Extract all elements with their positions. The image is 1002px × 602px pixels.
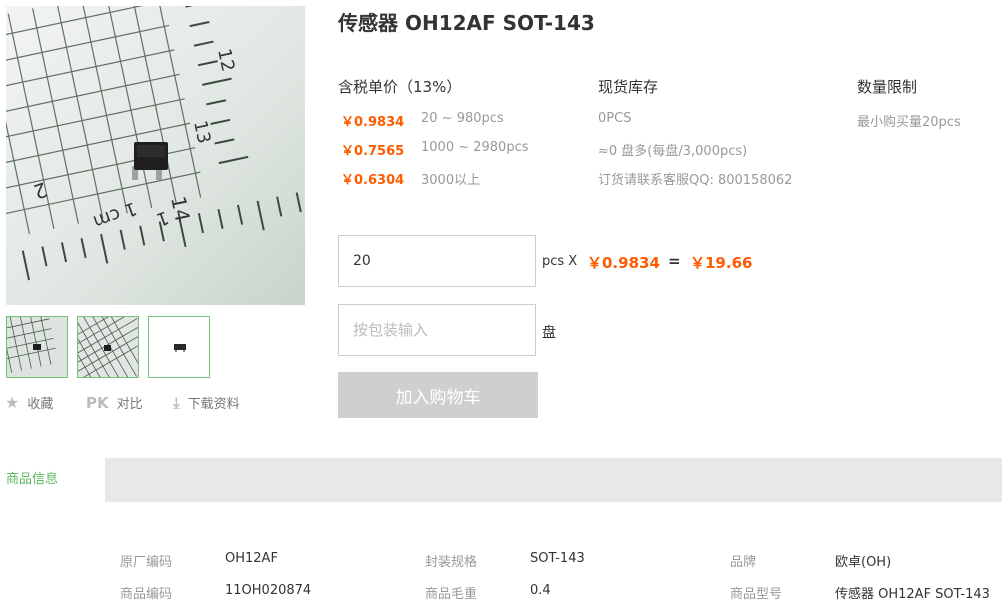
- download-link[interactable]: ⤓ 下载资料: [173, 393, 240, 413]
- spec-label: 品牌: [730, 555, 757, 570]
- compare-link[interactable]: PK 对比: [86, 393, 143, 413]
- price-header: 含税单价（13%）: [338, 78, 462, 96]
- spec-label: 商品编码: [120, 587, 173, 602]
- spec-label: 商品型号: [730, 587, 783, 602]
- thumbnail-1[interactable]: [6, 316, 68, 378]
- pk-icon: PK: [86, 393, 109, 412]
- tier-price: ￥0.6304: [341, 173, 405, 188]
- unit-label: pcs X: [542, 254, 578, 269]
- stock-reels: ≈0 盘多(每盘/3,000pcs): [598, 144, 748, 159]
- add-to-cart-button[interactable]: 加入购物车: [338, 372, 538, 418]
- spec-value: 欧卓(OH): [835, 555, 892, 570]
- stock-quantity: 0PCS: [598, 111, 632, 126]
- package-input[interactable]: [338, 304, 536, 356]
- limit-header: 数量限制: [857, 78, 918, 96]
- spec-value: OH12AF: [225, 551, 278, 566]
- download-label: 下载资料: [187, 397, 240, 412]
- total-price: ￥19.66: [690, 254, 753, 272]
- spec-value: 传感器 OH12AF SOT-143: [835, 587, 990, 602]
- compare-label: 对比: [116, 397, 143, 412]
- min-purchase: 最小购买量20pcs: [857, 115, 961, 130]
- package-unit: 盘: [542, 325, 556, 341]
- equals-sign: =: [668, 252, 681, 270]
- spec-label: 原厂编码: [120, 555, 173, 570]
- spec-label: 封装规格: [425, 555, 478, 570]
- thumbnail-3[interactable]: [148, 316, 210, 378]
- tier-range: 1000 ~ 2980pcs: [421, 140, 529, 155]
- favorite-label: 收藏: [27, 397, 54, 412]
- tier-range: 3000以上: [421, 173, 481, 188]
- spec-value: 11OH020874: [225, 583, 312, 598]
- tab-product-info[interactable]: 商品信息: [0, 458, 105, 503]
- favorite-link[interactable]: ★ 收藏: [5, 393, 53, 412]
- spec-value: 0.4: [530, 583, 551, 598]
- tier-range: 20 ~ 980pcs: [421, 111, 504, 126]
- product-title: 传感器 OH12AF SOT-143: [338, 11, 595, 35]
- stock-contact: 订货请联系客服QQ: 800158062: [598, 173, 793, 188]
- tier-price: ￥0.9834: [341, 115, 405, 130]
- tier-price: ￥0.7565: [341, 144, 405, 159]
- tab-bar: [0, 458, 1002, 502]
- quantity-input[interactable]: [338, 235, 536, 287]
- thumbnail-2[interactable]: [77, 316, 139, 378]
- unit-price: ￥0.9834: [587, 254, 660, 272]
- stock-header: 现货库存: [598, 78, 659, 96]
- download-icon: ⤓: [173, 393, 180, 412]
- spec-value: SOT-143: [530, 551, 585, 566]
- product-main-image: 12 13 14 2 1 cm 1: [6, 6, 305, 305]
- spec-label: 商品毛重: [425, 587, 478, 602]
- star-icon: ★: [5, 393, 20, 412]
